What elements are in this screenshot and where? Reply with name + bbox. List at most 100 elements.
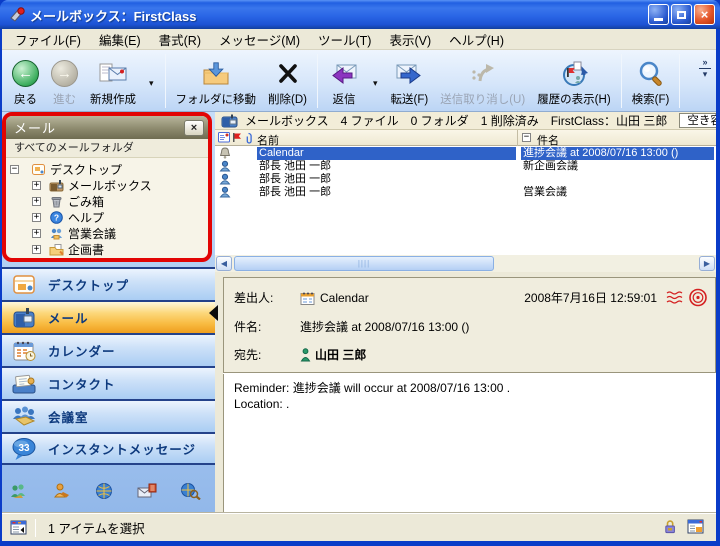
panel-collapse-arrow[interactable]: [209, 305, 218, 321]
reply-dropdown[interactable]: ▾: [366, 53, 385, 109]
reply-button[interactable]: 返信: [322, 53, 366, 109]
toolbar-separator: [165, 54, 166, 108]
web-icon[interactable]: [94, 482, 114, 503]
history-button[interactable]: 履歴の表示(H): [531, 53, 616, 109]
close-button[interactable]: ×: [694, 4, 715, 25]
reply-label: 返信: [333, 91, 356, 107]
expand-box-icon[interactable]: +: [32, 181, 41, 190]
expand-box-icon[interactable]: +: [32, 229, 41, 238]
message-row[interactable]: 部長 池田 一郎: [215, 173, 716, 186]
move-to-folder-button[interactable]: フォルダに移動: [170, 53, 263, 109]
scrollbar-thumb[interactable]: ||||: [234, 256, 494, 271]
new-message-button[interactable]: 新規作成: [84, 53, 142, 109]
preview-to[interactable]: 山田 三郎: [315, 346, 366, 363]
tree-item-sales-meeting[interactable]: + 営業会議: [6, 225, 208, 241]
new-message-label: 新規作成: [90, 91, 136, 107]
svg-text:?: ?: [54, 212, 59, 222]
sidebar-item-conference[interactable]: 会議室: [2, 399, 215, 432]
chevron-down-icon: ▾: [149, 78, 154, 89]
layout-view-icon[interactable]: [687, 519, 704, 537]
menu-file[interactable]: ファイル(F): [6, 29, 90, 51]
all-mail-folders-label[interactable]: すべてのメールフォルダ: [6, 139, 208, 158]
stamp-mail-icon[interactable]: [137, 482, 157, 503]
sidebar-item-label: コンタクト: [48, 374, 116, 393]
toolbar-overflow-button[interactable]: » ▾: [697, 58, 713, 79]
sidebar-item-mail[interactable]: メール: [2, 300, 215, 333]
sidebar-item-calendar[interactable]: カレンダー: [2, 333, 215, 366]
title-bar[interactable]: メールボックス：FirstClass ×: [0, 0, 720, 29]
message-sender: 部長 池田 一郎: [257, 173, 516, 186]
minimize-button[interactable]: [648, 4, 669, 25]
attachment-column-icon[interactable]: [244, 132, 253, 144]
delete-button[interactable]: 削除(D): [262, 53, 313, 109]
mail-panel-close-button[interactable]: ×: [184, 120, 204, 136]
collapse-column-icon[interactable]: −: [522, 133, 531, 142]
preview-from[interactable]: Calendar: [320, 291, 369, 305]
sidebar-item-instant-message[interactable]: 33 インスタントメッセージ: [2, 432, 215, 465]
trash-icon: [49, 195, 64, 208]
tree-item-label: ヘルプ: [68, 209, 104, 226]
desktop-icon: [31, 163, 46, 176]
workgroup-icon[interactable]: [8, 482, 28, 503]
mail-icon: [10, 306, 38, 330]
scroll-right-icon[interactable]: ▶: [699, 256, 715, 271]
expand-box-icon[interactable]: +: [32, 197, 41, 206]
help-icon: ?: [49, 211, 64, 224]
search-button[interactable]: 検索(F): [626, 53, 676, 109]
split-view-icon[interactable]: [10, 520, 27, 535]
tree-item-desktop[interactable]: − デスクトップ: [6, 161, 208, 177]
tree-item-proposal[interactable]: + 企画書: [6, 241, 208, 257]
sidebar-item-contacts[interactable]: コンタクト: [2, 366, 215, 399]
message-status-column-icon[interactable]: [218, 132, 230, 143]
tree-item-mailbox[interactable]: + メールボックス: [6, 177, 208, 193]
preview-subject: 進捗会議 at 2008/07/16 13:00 (): [300, 318, 469, 335]
forward-message-button[interactable]: 転送(F): [385, 53, 435, 109]
person-green-icon: [300, 348, 311, 362]
menu-edit[interactable]: 編集(E): [90, 29, 150, 51]
search-icon: [637, 58, 665, 90]
back-button[interactable]: ← 戻る: [6, 53, 45, 109]
app-icon: [8, 6, 26, 25]
menu-format[interactable]: 書式(R): [150, 29, 210, 51]
back-label: 戻る: [14, 91, 37, 107]
unsend-icon: [468, 58, 498, 90]
menu-tools[interactable]: ツール(T): [309, 29, 380, 51]
move-folder-icon: [201, 58, 231, 90]
toolbar-separator: [621, 54, 622, 108]
list-column-header[interactable]: 名前 − 件名: [215, 130, 716, 146]
message-row[interactable]: Calendar 進捗会議 at 2008/07/16 13:00 (): [215, 147, 716, 160]
menu-message[interactable]: メッセージ(M): [210, 29, 309, 51]
sidebar-item-desktop[interactable]: デスクトップ: [2, 267, 215, 300]
new-message-dropdown[interactable]: ▾: [142, 53, 161, 109]
quota-indicator: 空き容量:無制限: [679, 113, 716, 128]
navigation-buttons: デスクトップ メール カレンダー コンタクト 会議室: [2, 267, 215, 465]
expand-box-icon[interactable]: +: [32, 213, 41, 222]
web-search-icon[interactable]: [180, 482, 202, 503]
subject-label: 件名:: [234, 318, 300, 335]
forward-button[interactable]: → 進む: [45, 53, 84, 109]
menu-help[interactable]: ヘルプ(H): [440, 29, 513, 51]
collapse-box-icon[interactable]: −: [10, 165, 19, 174]
lock-icon[interactable]: [663, 519, 677, 537]
maximize-button[interactable]: [671, 4, 692, 25]
column-divider[interactable]: [517, 130, 518, 146]
message-row[interactable]: 部長 池田 一郎 営業会議: [215, 186, 716, 199]
move-to-folder-label: フォルダに移動: [176, 91, 257, 107]
tree-item-trash[interactable]: + ごみ箱: [6, 193, 208, 209]
message-row[interactable]: 部長 池田 一郎 新企画会議: [215, 160, 716, 173]
forward-icon: →: [51, 60, 78, 87]
expand-box-icon[interactable]: +: [32, 245, 41, 254]
unsend-button[interactable]: 送信取り消し(U): [434, 53, 531, 109]
scroll-left-icon[interactable]: ◀: [216, 256, 232, 271]
sidebar-item-label: デスクトップ: [48, 275, 129, 294]
member-icon[interactable]: [51, 482, 71, 503]
history-icon: [559, 58, 589, 90]
tree-item-help[interactable]: + ? ヘルプ: [6, 209, 208, 225]
message-body[interactable]: Reminder: 進捗会議 will occur at 2008/07/16 …: [223, 374, 716, 513]
sidebar-item-label: インスタントメッセージ: [48, 439, 196, 458]
mailbox-title: メールボックス: [245, 112, 329, 129]
menu-view[interactable]: 表示(V): [380, 29, 440, 51]
flag-column-icon[interactable]: [232, 132, 242, 143]
tree-item-label: ごみ箱: [68, 193, 104, 210]
horizontal-scrollbar[interactable]: ◀ |||| ▶: [215, 255, 716, 272]
